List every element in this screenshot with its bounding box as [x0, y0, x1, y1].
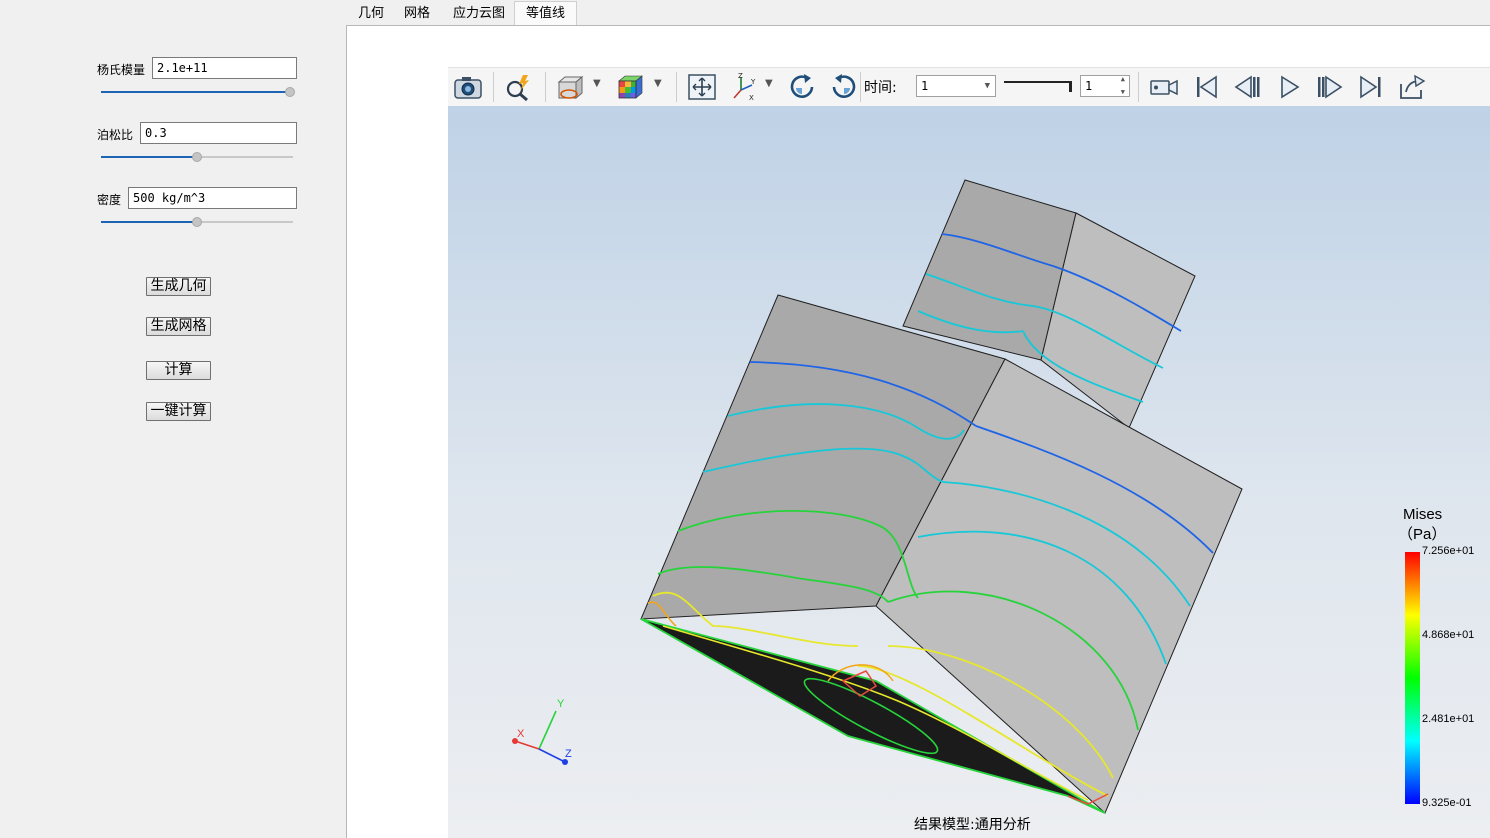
legend-unit: （Pa） — [1398, 526, 1447, 543]
rotate-cw-icon[interactable] — [786, 72, 818, 102]
slider-handle[interactable] — [1069, 81, 1072, 92]
camera-icon[interactable] — [452, 72, 484, 102]
last-frame-icon[interactable] — [1355, 72, 1387, 102]
slider-handle[interactable] — [192, 217, 202, 227]
slider-handle[interactable] — [285, 87, 295, 97]
svg-text:X: X — [749, 94, 754, 102]
chevron-down-icon: ▼ — [984, 81, 990, 91]
compute-button[interactable]: 计算 — [146, 361, 211, 380]
generate-mesh-button[interactable]: 生成网格 — [146, 317, 211, 336]
axis-z-label: Z — [565, 748, 572, 760]
poisson-ratio-slider[interactable] — [101, 151, 293, 163]
prev-frame-icon[interactable] — [1231, 72, 1263, 102]
viewer-toolbar: ▼ ▼ ZYX ▼ 时间: 1 ▼ 1 ▲ ▼ — [448, 67, 1490, 107]
axis-triad: X Y Z — [512, 698, 572, 765]
tab-mesh[interactable]: 网格 — [393, 2, 441, 25]
density-label: 密度 — [97, 193, 122, 207]
legend-tick: 2.481e+01 — [1422, 713, 1475, 725]
one-click-compute-button[interactable]: 一键计算 — [146, 402, 211, 421]
legend-tick: 4.868e+01 — [1422, 629, 1475, 641]
contour-model — [640, 179, 1243, 814]
tab-isolines[interactable]: 等值线 — [514, 1, 578, 26]
play-icon[interactable] — [1273, 72, 1305, 102]
density-slider[interactable] — [101, 216, 293, 228]
first-frame-icon[interactable] — [1190, 72, 1222, 102]
clip-plane-icon[interactable] — [554, 72, 586, 102]
legend-tick: 7.256e+01 — [1422, 545, 1475, 557]
legend-title: Mises — [1403, 506, 1443, 523]
properties-panel: 杨氏模量 2.1e+11 泊松比 0.3 密度 500 kg/m^3 生成几何 … — [0, 0, 346, 838]
fit-view-icon[interactable] — [686, 72, 718, 102]
3d-viewport[interactable]: X Y Z Mises （Pa） 7.256e+01 4.868e+01 2.4… — [448, 106, 1490, 838]
chevron-down-icon[interactable]: ▼ — [654, 78, 662, 89]
chevron-down-icon[interactable]: ▼ — [593, 78, 601, 89]
tab-bar: 几何 网格 应力云图 等值线 — [346, 0, 1490, 26]
poisson-ratio-label: 泊松比 — [97, 128, 134, 142]
result-model-status: 结果模型:通用分析 — [914, 817, 1031, 833]
axis-x-label: X — [517, 728, 525, 740]
next-frame-icon[interactable] — [1314, 72, 1346, 102]
poisson-ratio-field[interactable]: 0.3 — [140, 122, 297, 144]
time-select[interactable]: 1 ▼ — [916, 75, 996, 97]
axes-icon[interactable]: ZYX — [728, 72, 760, 102]
rotate-ccw-icon[interactable] — [828, 72, 860, 102]
youngs-modulus-slider[interactable] — [101, 86, 295, 98]
record-icon[interactable] — [1148, 72, 1180, 102]
axis-y-label: Y — [557, 698, 565, 710]
tab-geometry[interactable]: 几何 — [347, 2, 395, 25]
legend-color-bar — [1405, 552, 1420, 804]
density-field[interactable]: 500 kg/m^3 — [128, 187, 297, 209]
youngs-modulus-field[interactable]: 2.1e+11 — [152, 57, 297, 79]
svg-text:Z: Z — [738, 72, 743, 80]
tab-stress-contour[interactable]: 应力云图 — [442, 2, 516, 25]
frame-spinbox[interactable]: 1 ▲ ▼ — [1080, 75, 1130, 97]
generate-geometry-button[interactable]: 生成几何 — [146, 277, 211, 296]
color-cube-icon[interactable] — [614, 72, 646, 102]
export-icon[interactable] — [1396, 72, 1428, 102]
probe-icon[interactable] — [502, 72, 534, 102]
slider-handle[interactable] — [192, 152, 202, 162]
spin-arrows-icon[interactable]: ▲ ▼ — [1121, 73, 1125, 99]
chevron-down-icon[interactable]: ▼ — [765, 78, 773, 89]
legend-tick: 9.325e-01 — [1422, 797, 1472, 809]
frame-slider[interactable] — [1004, 80, 1072, 92]
time-label: 时间: — [864, 80, 897, 96]
svg-text:Y: Y — [750, 78, 756, 86]
time-select-value: 1 — [921, 79, 929, 93]
youngs-modulus-label: 杨氏模量 — [97, 63, 146, 77]
frame-spinbox-value: 1 — [1085, 79, 1093, 93]
